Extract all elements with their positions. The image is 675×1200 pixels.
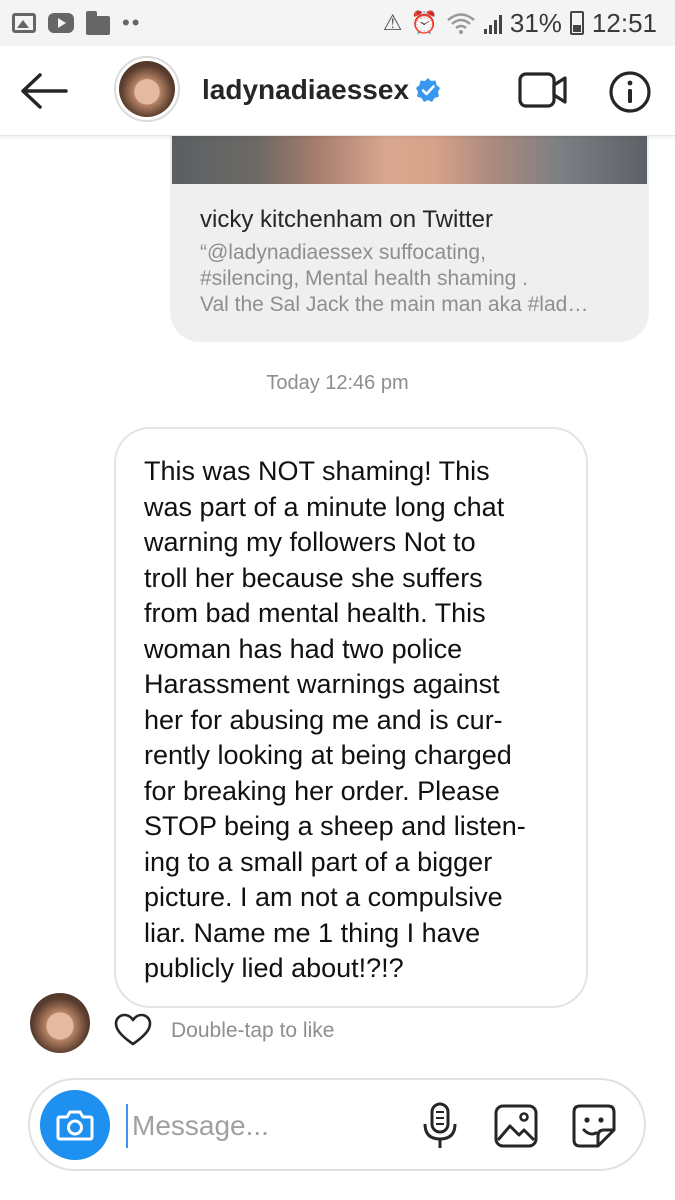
- message-line: for breaking her order. Please: [144, 775, 500, 806]
- message-line: her for abusing me and is cur-: [144, 704, 503, 735]
- folder-notification-icon: [86, 10, 110, 35]
- video-call-icon[interactable]: [518, 70, 568, 110]
- status-bar-notifications: ••: [12, 10, 141, 36]
- message-line: from bad mental health. This: [144, 598, 486, 628]
- battery-percent: 31%: [509, 7, 562, 38]
- message-line: This was NOT shaming! This: [144, 456, 490, 486]
- status-bar: •• ⚠ ⏰ 31% 12:51: [0, 0, 675, 46]
- more-dots-icon: ••: [122, 10, 142, 35]
- chat-username[interactable]: ladynadiaessex: [202, 74, 441, 106]
- message-line: STOP being a sheep and listen-: [144, 811, 526, 841]
- camera-icon: [56, 1110, 94, 1141]
- microphone-icon[interactable]: [420, 1102, 460, 1150]
- battery-icon: [569, 11, 584, 35]
- double-tap-hint: Double-tap to like: [171, 1019, 335, 1042]
- youtube-notification-icon: [48, 13, 74, 33]
- back-arrow-icon[interactable]: [18, 68, 70, 114]
- received-message-bubble[interactable]: This was NOT shaming! This was part of a…: [114, 427, 588, 1008]
- message-input[interactable]: [126, 1104, 386, 1148]
- message-line: rently looking at being charged: [144, 740, 512, 770]
- message-composer: [28, 1078, 646, 1171]
- camera-button[interactable]: [40, 1090, 110, 1160]
- link-description-line: #silencing, Mental health shaming .: [200, 267, 529, 290]
- verified-badge-icon: [416, 78, 441, 102]
- signal-icon: [483, 12, 502, 34]
- heart-icon[interactable]: [114, 1013, 152, 1047]
- status-bar-system: ⚠ ⏰ 31% 12:51: [383, 8, 657, 39]
- shared-link-card[interactable]: vicky kitchenham on Twitter “@ladynadiae…: [170, 136, 649, 342]
- message-line: liar. Name me 1 thing I have: [144, 917, 481, 948]
- gallery-icon[interactable]: [494, 1104, 538, 1148]
- username-text: ladynadiaessex: [202, 74, 410, 105]
- message-line: Harassment warnings against: [144, 669, 500, 699]
- message-line: was part of a minute long chat: [144, 491, 505, 522]
- link-title: vicky kitchenham on Twitter: [200, 206, 494, 233]
- message-line: warning my followers Not to: [144, 527, 476, 557]
- wifi-icon: [447, 13, 475, 34]
- message-line: ing to a small part of a bigger: [144, 846, 493, 877]
- link-description: “@ladynadiaessex suffocating, #silencing…: [200, 240, 625, 318]
- message-line: publicly lied about!?!?: [144, 953, 404, 983]
- sticker-icon[interactable]: [570, 1102, 618, 1150]
- alarm-icon: ⏰: [410, 10, 438, 35]
- message-line: woman has had two police: [144, 633, 463, 664]
- sender-avatar[interactable]: [30, 993, 90, 1053]
- link-preview-image: [172, 136, 647, 184]
- message-line: troll her because she suffers: [144, 562, 483, 593]
- clock: 12:51: [591, 7, 657, 38]
- data-saver-icon: ⚠: [382, 10, 403, 35]
- message-timestamp: Today 12:46 pm: [266, 372, 409, 394]
- gallery-notification-icon: [12, 13, 36, 33]
- chat-header: ladynadiaessex: [0, 46, 675, 136]
- link-description-line: Val the Sal Jack the main man aka #lad…: [200, 293, 589, 316]
- message-line: picture. I am not a compulsive: [144, 882, 503, 912]
- info-icon[interactable]: [608, 70, 652, 114]
- link-description-line: “@ladynadiaessex suffocating,: [200, 241, 486, 264]
- profile-avatar[interactable]: [114, 56, 180, 122]
- profile-avatar-image: [119, 61, 175, 117]
